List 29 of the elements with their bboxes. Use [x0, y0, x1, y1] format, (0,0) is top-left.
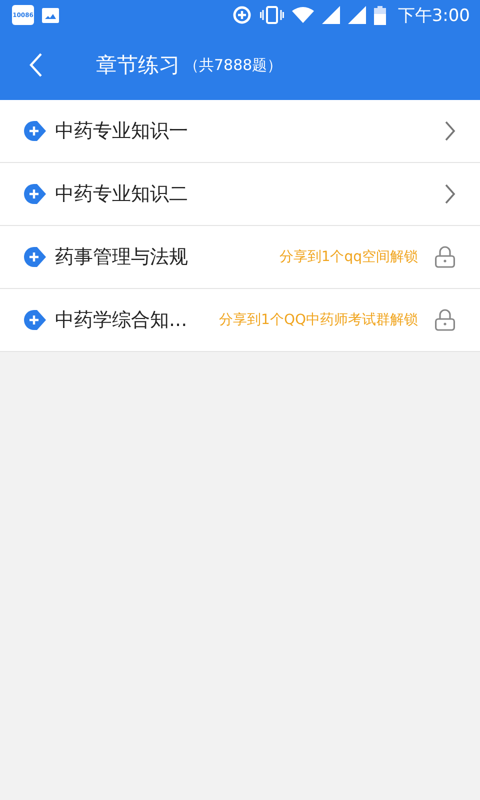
unlock-hint: 分享到1个QQ中药师考试群解锁: [219, 311, 418, 329]
chapter-title: 中药专业知识一: [55, 119, 189, 144]
chapter-row[interactable]: 中药专业知识一: [0, 100, 480, 163]
chevron-right-icon: [444, 121, 456, 141]
clock-time: 下午3:00: [398, 4, 470, 26]
chapter-title: 中药学综合知...: [55, 308, 188, 333]
page-title: 章节练习: [96, 52, 180, 79]
chapter-row[interactable]: 药事管理与法规 分享到1个qq空间解锁: [0, 226, 480, 289]
chapter-row[interactable]: 中药专业知识二: [0, 163, 480, 226]
signal-icon: [348, 6, 366, 24]
image-icon: [42, 8, 59, 22]
chapter-row[interactable]: 中药学综合知... 分享到1个QQ中药师考试群解锁: [0, 289, 480, 352]
data-saver-icon: [232, 5, 252, 25]
lock-icon: [434, 246, 456, 268]
lock-icon: [434, 309, 456, 331]
back-icon: [29, 53, 43, 77]
chevron-right-icon: [444, 184, 456, 204]
chapter-title: 中药专业知识二: [55, 182, 189, 207]
signal-icon: [322, 6, 340, 24]
battery-icon: [374, 6, 386, 24]
add-icon: [24, 247, 47, 267]
question-count: （共7888题）: [184, 56, 282, 74]
add-icon: [24, 184, 47, 204]
chapter-title: 药事管理与法规: [55, 245, 189, 270]
vibrate-icon: [260, 6, 284, 24]
wifi-icon: [292, 7, 314, 23]
add-icon: [24, 310, 47, 330]
unlock-hint: 分享到1个qq空间解锁: [279, 248, 418, 266]
add-icon: [24, 121, 47, 141]
